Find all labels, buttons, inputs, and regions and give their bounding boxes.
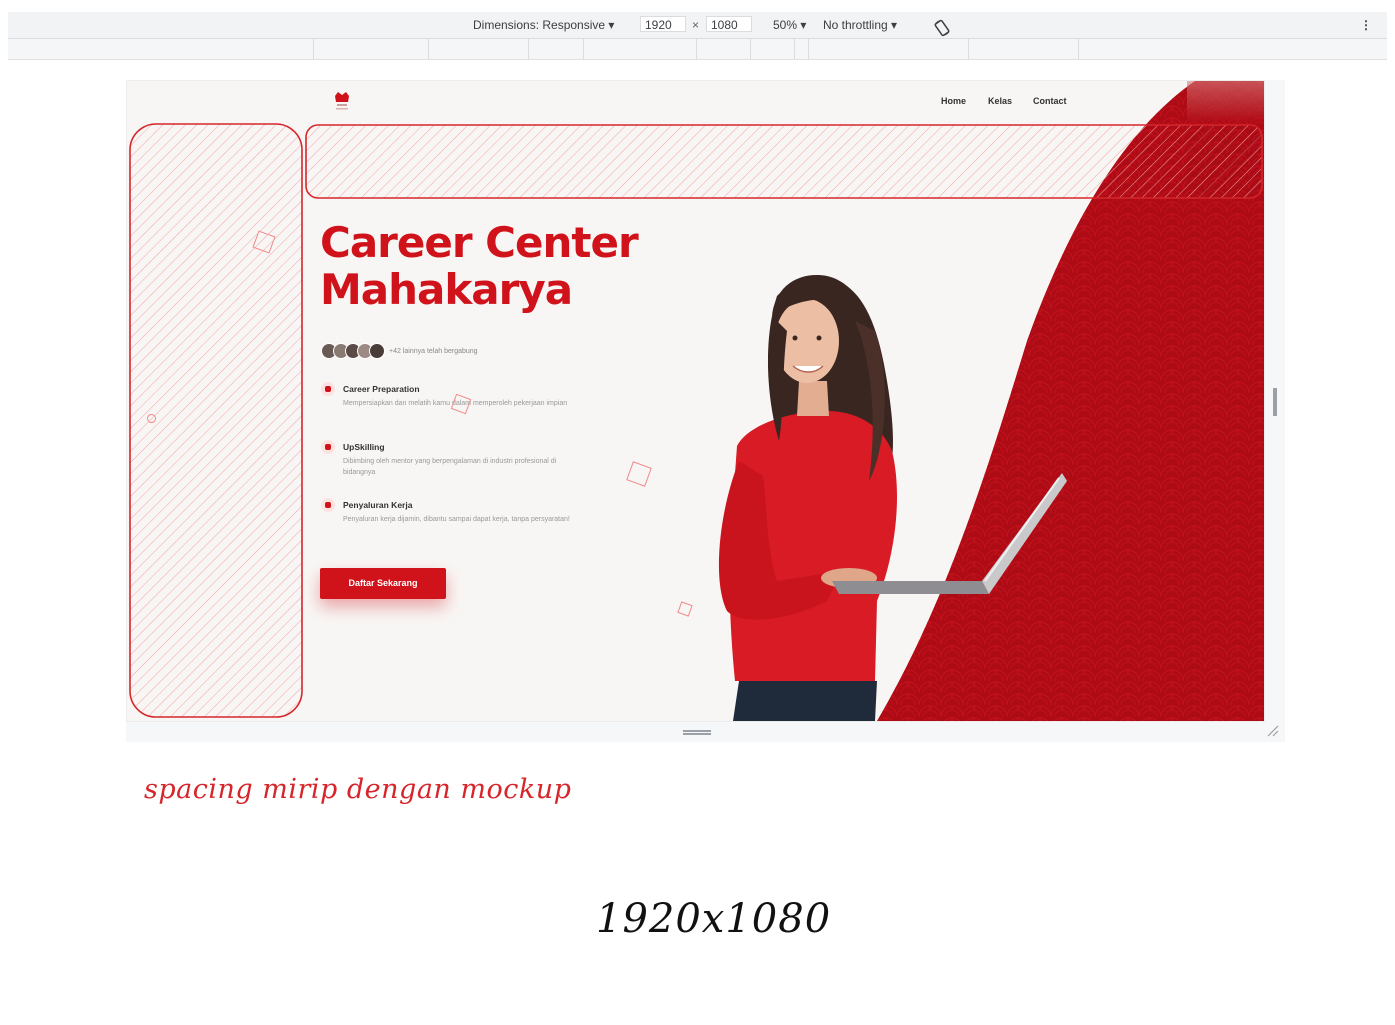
annotation-note-spacing: spacing mirip dengan mockup <box>144 774 572 805</box>
ruler-segment[interactable] <box>313 39 314 59</box>
zoom-dropdown[interactable]: 50% ▾ <box>773 18 806 32</box>
more-options-icon[interactable]: ⋮ <box>1360 18 1372 32</box>
ruler-segment[interactable] <box>808 39 809 59</box>
device-toolbar: Dimensions: Responsive ▾ 1920 × 1080 50%… <box>8 12 1387 39</box>
width-input[interactable]: 1920 <box>640 16 686 32</box>
height-input[interactable]: 1080 <box>706 16 752 32</box>
ruler-segment[interactable] <box>1078 39 1079 59</box>
ruler-segment[interactable] <box>583 39 584 59</box>
ruler-segment[interactable] <box>528 39 529 59</box>
viewport-width-handle[interactable] <box>1273 388 1277 416</box>
ruler-segment[interactable] <box>750 39 751 59</box>
viewport-corner-resize-icon[interactable] <box>1266 724 1280 738</box>
annotation-top-spacing <box>305 124 1263 199</box>
times-sign: × <box>692 18 700 32</box>
annotation-note-size: 1920x1080 <box>596 896 832 942</box>
ruler-segment[interactable] <box>968 39 969 59</box>
annotation-left-margin <box>129 123 303 718</box>
ruler-segment[interactable] <box>428 39 429 59</box>
dimensions-dropdown[interactable]: Dimensions: Responsive ▾ <box>473 18 614 32</box>
ruler-segment[interactable] <box>696 39 697 59</box>
emulated-viewport: Home Kelas Contact Career Center Mahakar… <box>126 80 1265 722</box>
throttling-dropdown[interactable]: No throttling ▾ <box>823 18 897 32</box>
rotate-icon[interactable] <box>932 18 952 38</box>
viewport-height-handle[interactable] <box>683 730 711 735</box>
annotation-overlay <box>129 123 1263 718</box>
media-query-ruler <box>8 39 1387 60</box>
ruler-segment[interactable] <box>794 39 795 59</box>
